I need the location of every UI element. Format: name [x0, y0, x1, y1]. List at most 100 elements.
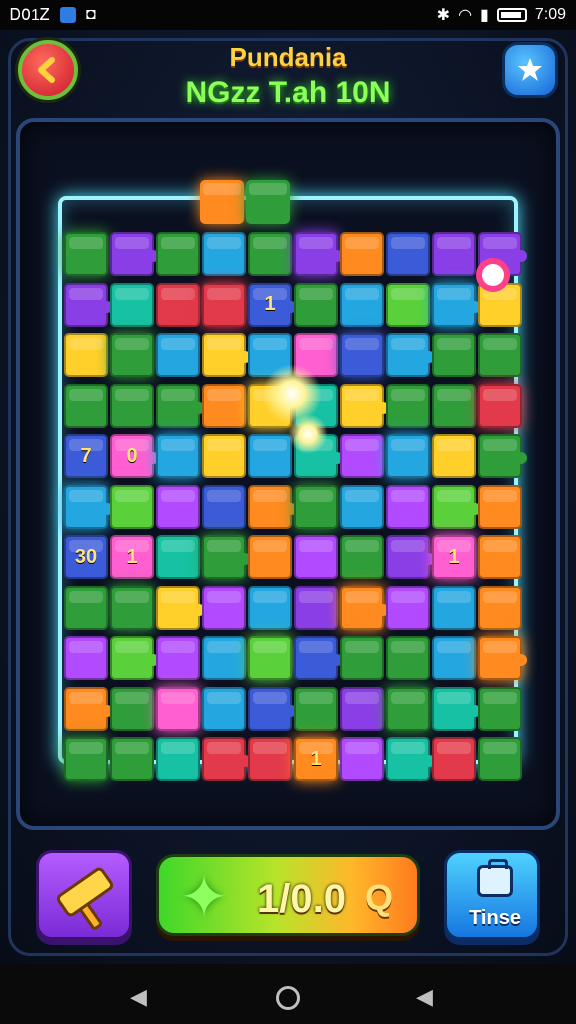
puzzle-tile[interactable]: [294, 535, 338, 579]
puzzle-tile[interactable]: [340, 333, 384, 377]
target-icon[interactable]: [476, 258, 510, 292]
puzzle-tile[interactable]: [110, 333, 154, 377]
puzzle-tile[interactable]: [110, 737, 154, 781]
puzzle-tile[interactable]: [64, 636, 108, 680]
puzzle-tile[interactable]: [64, 333, 108, 377]
puzzle-tile[interactable]: [64, 737, 108, 781]
puzzle-tile[interactable]: [202, 535, 251, 579]
puzzle-tile[interactable]: [64, 585, 108, 630]
puzzle-tile[interactable]: [156, 333, 200, 377]
puzzle-tile[interactable]: 30: [64, 535, 108, 579]
puzzle-tile[interactable]: [156, 434, 200, 478]
puzzle-tile[interactable]: 1: [294, 737, 338, 781]
puzzle-tile[interactable]: 1: [248, 282, 297, 327]
puzzle-tile[interactable]: [340, 636, 384, 680]
puzzle-tile[interactable]: [478, 484, 522, 529]
puzzle-tile[interactable]: [432, 333, 476, 377]
puzzle-tile[interactable]: [386, 383, 430, 428]
puzzle-tile[interactable]: [202, 282, 246, 327]
puzzle-tile[interactable]: [110, 686, 154, 731]
nav-back-icon[interactable]: ◀: [130, 984, 147, 1010]
puzzle-tile[interactable]: [340, 686, 384, 731]
puzzle-tile[interactable]: [478, 535, 522, 579]
puzzle-tile[interactable]: [64, 686, 113, 731]
puzzle-tile[interactable]: [156, 535, 200, 579]
puzzle-tile[interactable]: [478, 383, 522, 428]
puzzle-tile[interactable]: [386, 686, 430, 731]
puzzle-tile[interactable]: [432, 636, 476, 680]
puzzle-tile[interactable]: [202, 636, 246, 680]
puzzle-tile[interactable]: [478, 686, 522, 731]
puzzle-tile[interactable]: [156, 383, 205, 428]
puzzle-tile[interactable]: 1: [110, 535, 154, 579]
puzzle-tile[interactable]: [156, 737, 200, 781]
puzzle-tile[interactable]: [340, 585, 389, 630]
puzzle-tile[interactable]: [432, 737, 476, 781]
nav-recent-icon[interactable]: ◀: [416, 984, 433, 1010]
puzzle-tile[interactable]: [340, 434, 384, 478]
puzzle-tile[interactable]: [386, 636, 430, 680]
puzzle-tile[interactable]: [248, 737, 292, 781]
puzzle-tile[interactable]: [340, 737, 384, 781]
puzzle-tile[interactable]: [64, 383, 108, 428]
puzzle-tile[interactable]: [156, 232, 200, 276]
puzzle-tile[interactable]: [386, 434, 430, 478]
puzzle-tile[interactable]: [202, 232, 246, 276]
puzzle-tile[interactable]: [110, 636, 159, 680]
puzzle-tile[interactable]: [386, 333, 435, 377]
puzzle-tile[interactable]: [110, 282, 154, 327]
puzzle-tile[interactable]: [110, 232, 159, 276]
puzzle-tile[interactable]: [386, 535, 435, 579]
puzzle-tile[interactable]: 1: [432, 535, 476, 579]
puzzle-tile[interactable]: [432, 484, 481, 529]
puzzle-tile[interactable]: [340, 383, 389, 428]
puzzle-tile[interactable]: [478, 333, 522, 377]
loose-puzzle-piece[interactable]: [200, 180, 244, 224]
puzzle-tile[interactable]: [248, 535, 292, 579]
puzzle-tile[interactable]: [386, 282, 430, 327]
puzzle-tile[interactable]: [202, 383, 246, 428]
puzzle-tile[interactable]: [432, 232, 476, 276]
puzzle-tile[interactable]: [248, 434, 292, 478]
puzzle-tile[interactable]: [386, 585, 430, 630]
puzzle-tile[interactable]: [294, 686, 338, 731]
puzzle-tile[interactable]: [294, 484, 338, 529]
puzzle-tile[interactable]: [432, 282, 481, 327]
puzzle-tile[interactable]: [202, 686, 246, 731]
puzzle-tile[interactable]: 0: [110, 434, 159, 478]
puzzle-tile[interactable]: [294, 636, 343, 680]
puzzle-tile[interactable]: [110, 484, 154, 529]
puzzle-tile[interactable]: [248, 232, 292, 276]
puzzle-tile[interactable]: [248, 585, 292, 630]
puzzle-tile[interactable]: [156, 484, 200, 529]
puzzle-tile[interactable]: [248, 686, 297, 731]
puzzle-tile[interactable]: [386, 484, 430, 529]
puzzle-tile[interactable]: [386, 232, 430, 276]
puzzle-tile[interactable]: [340, 535, 384, 579]
puzzle-tile[interactable]: [478, 585, 522, 630]
puzzle-tile[interactable]: [202, 585, 246, 630]
nav-home-icon[interactable]: [276, 986, 300, 1010]
puzzle-tile[interactable]: [156, 636, 200, 680]
puzzle-tile[interactable]: [432, 585, 476, 630]
puzzle-tile[interactable]: [432, 434, 476, 478]
puzzle-tile[interactable]: [248, 636, 292, 680]
tinse-button[interactable]: Tinse: [444, 850, 540, 940]
puzzle-tile[interactable]: 7: [64, 434, 108, 478]
puzzle-tile[interactable]: [432, 686, 481, 731]
puzzle-tile[interactable]: [156, 282, 200, 327]
puzzle-tile[interactable]: [202, 434, 246, 478]
puzzle-tile[interactable]: [340, 232, 384, 276]
puzzle-tile[interactable]: [340, 282, 384, 327]
puzzle-tile[interactable]: [478, 636, 527, 680]
puzzle-tile[interactable]: [294, 282, 338, 327]
puzzle-tile[interactable]: [478, 434, 527, 478]
puzzle-tile[interactable]: [432, 383, 476, 428]
hammer-button[interactable]: [36, 850, 132, 940]
puzzle-tile[interactable]: [110, 383, 154, 428]
puzzle-tile[interactable]: [386, 737, 435, 781]
puzzle-tile[interactable]: [248, 484, 297, 529]
puzzle-tile[interactable]: [110, 585, 154, 630]
puzzle-tile[interactable]: [64, 232, 108, 276]
puzzle-tile[interactable]: [294, 585, 338, 630]
